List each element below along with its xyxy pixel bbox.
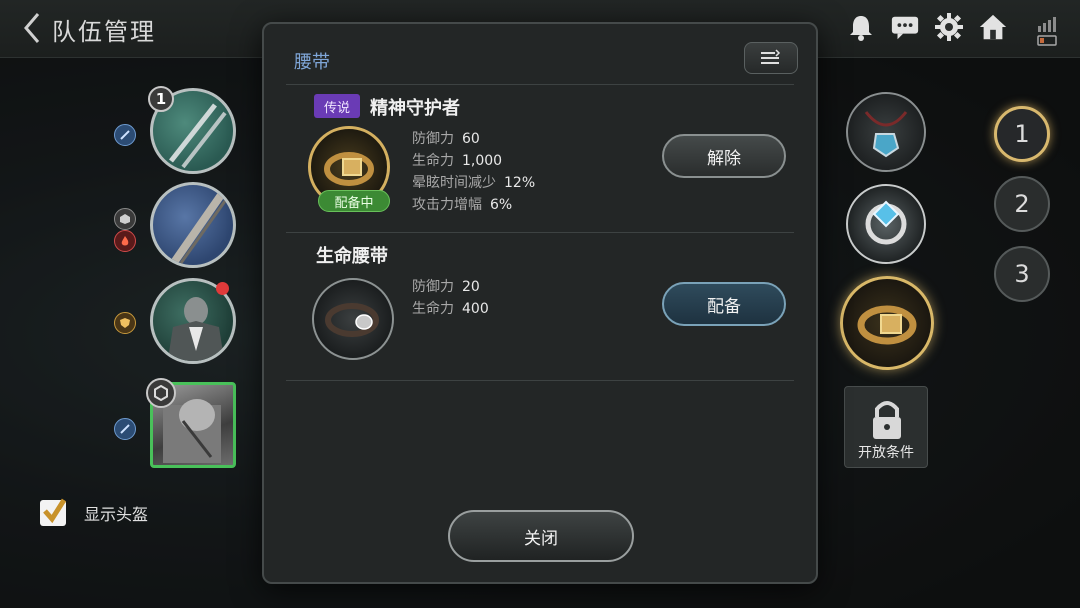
stat-row: 攻击力增幅 6% (412, 194, 535, 216)
stat-row: 防御力 20 (412, 276, 489, 298)
stat-row: 防御力 60 (412, 128, 535, 150)
unequip-button[interactable]: 解除 (662, 134, 786, 178)
hexagon-icon (146, 378, 176, 408)
stat-key: 攻击力增幅 (412, 197, 482, 213)
stat-value: 1,000 (462, 153, 503, 169)
stat-key: 防御力 (412, 131, 454, 147)
page-title: 队伍管理 (52, 18, 156, 46)
item-stats: 防御力 20 生命力 400 (412, 276, 489, 320)
role-icon-1 (114, 124, 136, 146)
lock-condition-label: 开放条件 (858, 445, 914, 461)
equip-slot-ring[interactable] (846, 184, 926, 264)
rarity-tag: 传说 (314, 94, 360, 118)
page-button-1[interactable]: 1 (994, 106, 1050, 162)
stat-row: 生命力 400 (412, 298, 489, 320)
locked-slot[interactable]: 开放条件 (844, 386, 928, 468)
belt-item-icon[interactable] (312, 278, 394, 360)
role-icon-4 (114, 418, 136, 440)
shield-role-icon (114, 312, 136, 334)
page-button-3[interactable]: 3 (994, 246, 1050, 302)
stat-key: 防御力 (412, 279, 454, 295)
close-button[interactable]: 关闭 (448, 510, 634, 562)
item-name: 精神守护者 (370, 98, 460, 119)
stat-value: 6% (490, 197, 513, 213)
signal-icon (1036, 14, 1060, 48)
stat-key: 生命力 (412, 301, 454, 317)
stat-row: 晕眩时间减少 12% (412, 172, 535, 194)
item-stats: 防御力 60 生命力 1,000 晕眩时间减少 12% 攻击力增幅 6% (412, 128, 535, 216)
stat-value: 20 (462, 279, 480, 295)
page-button-2[interactable]: 2 (994, 176, 1050, 232)
lock-icon (873, 401, 901, 439)
stat-key: 生命力 (412, 153, 454, 169)
equip-slot-belt[interactable] (840, 276, 934, 370)
fire-icon (114, 230, 136, 252)
stat-value: 12% (504, 175, 536, 191)
stat-value: 400 (462, 301, 489, 317)
chat-icon[interactable] (890, 12, 920, 42)
modal-title: 腰带 (294, 52, 330, 73)
top-icon-group (846, 12, 1008, 42)
show-helmet-label: 显示头盔 (84, 505, 149, 524)
stat-row: 生命力 1,000 (412, 150, 535, 172)
team-member-2[interactable] (150, 182, 236, 268)
bell-icon[interactable] (846, 12, 876, 42)
back-arrow-icon[interactable] (18, 10, 48, 46)
stat-value: 60 (462, 131, 480, 147)
role-icon-2a (114, 208, 136, 230)
home-icon[interactable] (978, 12, 1008, 42)
notification-dot (216, 282, 229, 295)
equip-slot-necklace[interactable] (846, 92, 926, 172)
divider (286, 380, 794, 381)
gear-icon[interactable] (934, 12, 964, 42)
divider (286, 84, 794, 85)
equipped-badge: 配备中 (318, 190, 390, 212)
checkmark-icon (43, 498, 67, 524)
item-name: 生命腰带 (316, 246, 388, 267)
member-level-badge: 1 (148, 86, 174, 112)
show-helmet-toggle[interactable]: 显示头盔 (40, 498, 149, 526)
checkbox[interactable] (40, 498, 67, 526)
sort-icon (761, 49, 781, 64)
belt-selection-modal: 腰带 传说 精神守护者 配备中 防御力 60 生命力 1,000 晕眩时间减少 12%… (262, 22, 818, 584)
sort-button[interactable] (744, 42, 798, 74)
stat-key: 晕眩时间减少 (412, 175, 496, 191)
equip-button[interactable]: 配备 (662, 282, 786, 326)
divider (286, 232, 794, 233)
